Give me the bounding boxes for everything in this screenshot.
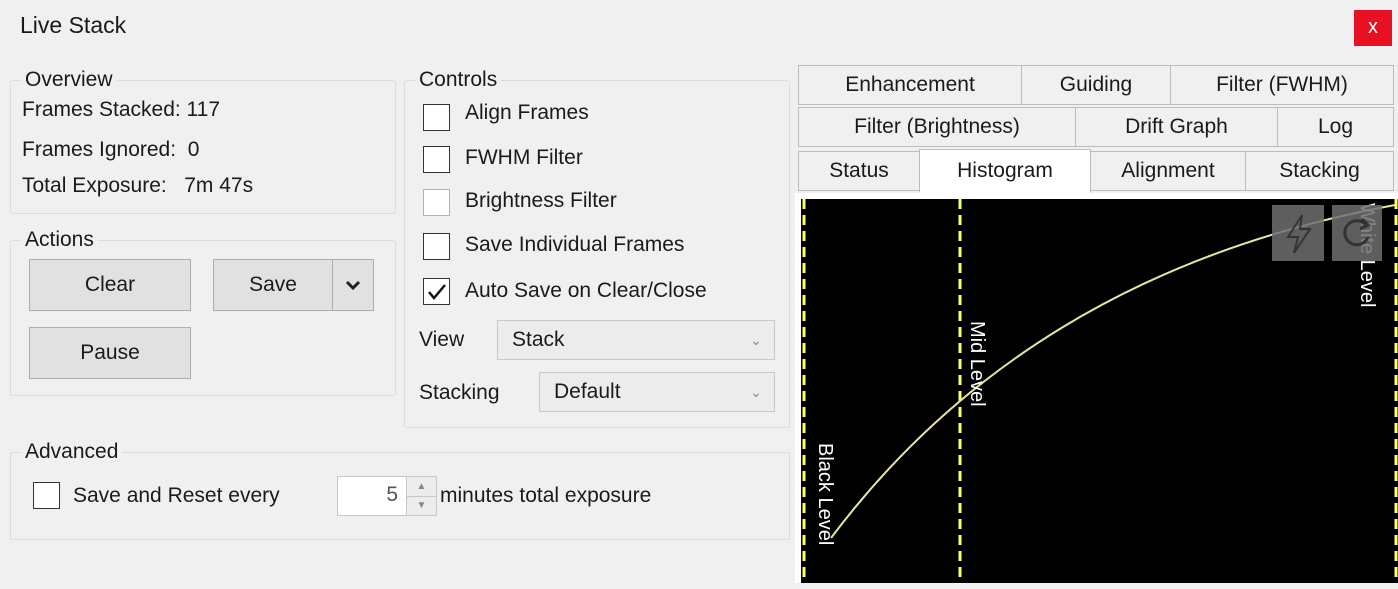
lightning-icon	[1286, 214, 1312, 254]
align-frames-checkbox[interactable]	[423, 104, 450, 131]
advanced-legend: Advanced	[21, 438, 123, 466]
fwhm-filter-checkbox[interactable]	[423, 146, 450, 173]
brightness-filter-checkbox[interactable]	[423, 189, 450, 216]
stacking-select-value: Default	[554, 380, 621, 403]
minutes-stepper[interactable]: 5 ▲ ▼	[337, 476, 437, 516]
brightness-filter-label: Brightness Filter	[465, 189, 617, 212]
chevron-down-icon	[345, 280, 361, 290]
stacking-label: Stacking	[419, 381, 500, 404]
tab-histogram[interactable]: Histogram	[919, 149, 1091, 193]
tab-guiding[interactable]: Guiding	[1021, 65, 1171, 105]
view-label: View	[419, 328, 465, 351]
clear-button[interactable]: Clear	[29, 259, 191, 311]
auto-save-checkbox[interactable]	[423, 278, 450, 305]
reset-button[interactable]	[1332, 205, 1382, 261]
black-level-label: Black Level	[814, 443, 836, 545]
minutes-label: minutes total exposure	[440, 484, 652, 507]
stepper-down-icon[interactable]: ▼	[407, 495, 436, 515]
align-frames-label: Align Frames	[465, 101, 589, 124]
tab-alignment[interactable]: Alignment	[1090, 151, 1246, 191]
save-individual-frames-checkbox[interactable]	[423, 233, 450, 260]
refresh-icon	[1343, 217, 1371, 247]
save-reset-checkbox[interactable]	[33, 482, 60, 509]
tab-enhancement[interactable]: Enhancement	[798, 65, 1022, 105]
overview-legend: Overview	[21, 66, 117, 94]
tab-drift-graph[interactable]: Drift Graph	[1075, 107, 1278, 147]
stepper-up-icon[interactable]: ▲	[407, 477, 436, 496]
chevron-down-icon: ⌄	[750, 332, 762, 348]
save-reset-label: Save and Reset every	[73, 484, 280, 507]
minutes-stepper-value: 5	[386, 483, 398, 506]
pause-button[interactable]: Pause	[29, 327, 191, 379]
frames-stacked-label: Frames Stacked: 117	[22, 98, 221, 121]
histogram-panel: Black Level Mid Level White Level	[795, 193, 1398, 583]
actions-legend: Actions	[21, 226, 98, 254]
tab-stacking[interactable]: Stacking	[1245, 151, 1394, 191]
auto-stretch-button[interactable]	[1272, 205, 1324, 261]
controls-legend: Controls	[415, 66, 502, 94]
tab-filter-fwhm[interactable]: Filter (FWHM)	[1170, 65, 1394, 105]
checkmark-icon	[427, 283, 446, 300]
view-select-value: Stack	[512, 328, 565, 351]
save-dropdown-button[interactable]	[332, 259, 374, 311]
tab-status[interactable]: Status	[798, 151, 920, 191]
fwhm-filter-label: FWHM Filter	[465, 146, 583, 169]
auto-save-label: Auto Save on Clear/Close	[465, 279, 707, 302]
save-individual-frames-label: Save Individual Frames	[465, 233, 685, 256]
chevron-down-icon: ⌄	[750, 384, 762, 400]
frames-ignored-label: Frames Ignored: 0	[22, 138, 200, 161]
mid-level-label: Mid Level	[966, 321, 988, 407]
stacking-select[interactable]: Default ⌄	[539, 372, 775, 412]
tab-filter-brightness[interactable]: Filter (Brightness)	[798, 107, 1076, 147]
window-title: Live Stack	[20, 12, 127, 38]
total-exposure-label: Total Exposure: 7m 47s	[22, 174, 254, 197]
view-select[interactable]: Stack ⌄	[497, 320, 775, 360]
tab-log[interactable]: Log	[1277, 107, 1394, 147]
close-button[interactable]: x	[1354, 10, 1392, 46]
save-button[interactable]: Save	[213, 259, 333, 311]
